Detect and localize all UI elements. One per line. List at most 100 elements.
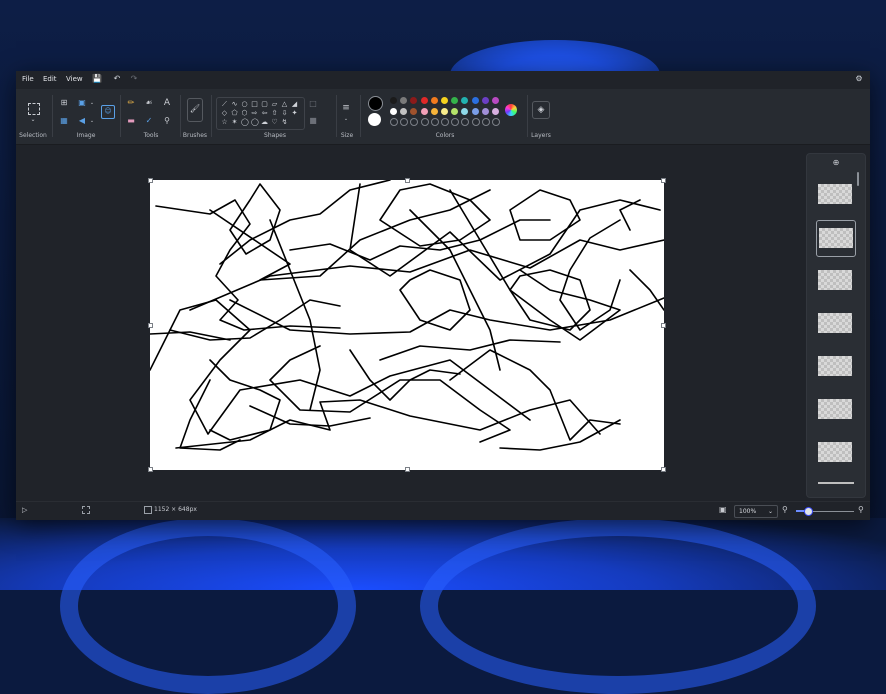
color-swatch[interactable] [430, 97, 438, 104]
image-icon[interactable]: ▦ [59, 116, 69, 126]
resize-handle[interactable] [405, 178, 410, 183]
color-swatch[interactable] [461, 108, 469, 115]
drawing-canvas[interactable] [148, 178, 666, 472]
text-tool-icon[interactable]: A [162, 98, 172, 108]
zoom-in-icon[interactable]: ⚲ [858, 505, 864, 514]
polygon-shape-icon[interactable]: ▱ [271, 101, 278, 108]
image-creator-icon[interactable]: ☺ [101, 105, 115, 119]
redo-icon[interactable]: ↷ [129, 74, 139, 84]
triangle-shape-icon[interactable]: △ [281, 101, 288, 108]
resize-handle[interactable] [148, 178, 153, 183]
cloud-callout-shape-icon[interactable]: ☁ [261, 119, 268, 126]
primary-color[interactable] [368, 96, 383, 111]
rectangle-shape-icon[interactable]: □ [251, 101, 258, 108]
right-triangle-shape-icon[interactable]: ◢ [291, 101, 298, 108]
custom-color-slot[interactable] [420, 118, 429, 126]
color-swatch[interactable] [492, 97, 499, 104]
color-swatch[interactable] [481, 108, 489, 115]
menu-file[interactable]: File [22, 75, 34, 83]
diamond-shape-icon[interactable]: ◇ [221, 110, 228, 117]
custom-color-slot[interactable] [492, 118, 500, 126]
chevron-down-icon[interactable]: ⌄ [87, 116, 97, 126]
resize-handle[interactable] [661, 323, 666, 328]
lightning-shape-icon[interactable]: ↯ [281, 119, 288, 126]
add-layer-icon[interactable]: ⊕ [831, 158, 841, 168]
rounded-callout-shape-icon[interactable]: ◯ [241, 119, 249, 126]
custom-color-slot[interactable] [461, 118, 470, 126]
chevron-down-icon[interactable]: ⌄ [341, 114, 351, 124]
curve-shape-icon[interactable]: ∿ [231, 101, 238, 108]
color-swatch[interactable] [430, 108, 438, 115]
layer-item[interactable] [816, 349, 854, 384]
color-swatch[interactable] [451, 108, 459, 115]
color-swatch[interactable] [492, 108, 499, 115]
color-picker-icon[interactable]: ✓ [144, 116, 154, 126]
chevron-down-icon[interactable]: ⌄ [87, 98, 97, 108]
custom-color-slot[interactable] [441, 118, 449, 126]
zoom-slider-thumb[interactable] [803, 507, 813, 516]
shape-fill-icon[interactable]: ■ [308, 116, 318, 126]
color-swatch[interactable] [451, 97, 459, 104]
color-swatch[interactable] [481, 97, 489, 104]
color-swatch[interactable] [390, 108, 397, 115]
settings-gear-icon[interactable]: ⚙ [854, 74, 864, 84]
color-swatch[interactable] [410, 108, 418, 115]
custom-color-slot[interactable] [400, 118, 409, 126]
down-arrow-shape-icon[interactable]: ⇩ [281, 110, 288, 117]
rounded-rectangle-shape-icon[interactable]: ▢ [261, 101, 268, 108]
crop-icon[interactable]: ⊞ [59, 98, 69, 108]
left-arrow-shape-icon[interactable]: ⇦ [261, 110, 268, 117]
four-point-star-shape-icon[interactable]: ✦ [291, 110, 298, 117]
layer-item-partial[interactable] [818, 482, 854, 484]
layers-icon[interactable]: ◈ [532, 101, 550, 119]
color-swatch[interactable] [441, 97, 448, 104]
right-arrow-shape-icon[interactable]: ⇨ [251, 110, 258, 117]
five-point-star-shape-icon[interactable]: ☆ [221, 119, 228, 126]
color-swatch[interactable] [471, 108, 479, 115]
eraser-icon[interactable]: ▬ [126, 116, 136, 126]
color-swatch[interactable] [390, 97, 397, 104]
line-shape-icon[interactable]: ⟋ [221, 101, 228, 108]
custom-color-slot[interactable] [451, 118, 460, 126]
chevron-down-icon[interactable]: ⌄ [28, 115, 38, 125]
custom-color-slot[interactable] [481, 118, 490, 126]
heart-shape-icon[interactable]: ♡ [271, 119, 278, 126]
undo-icon[interactable]: ↶ [112, 74, 122, 84]
layer-item[interactable] [816, 177, 854, 212]
layer-item[interactable] [816, 435, 854, 470]
pentagon-shape-icon[interactable]: ⬠ [231, 110, 238, 117]
layer-item[interactable] [816, 392, 854, 427]
color-swatch[interactable] [471, 97, 479, 104]
color-swatch[interactable] [420, 97, 428, 104]
resize-icon[interactable]: ▣ [77, 98, 87, 108]
pencil-icon[interactable]: ✏ [126, 98, 136, 108]
save-icon[interactable]: 💾 [92, 74, 102, 84]
rotate-icon[interactable]: ◀ [77, 116, 87, 126]
resize-handle[interactable] [148, 467, 153, 472]
custom-color-slot[interactable] [410, 118, 419, 126]
edit-colors-icon[interactable] [505, 104, 517, 116]
shape-outline-icon[interactable]: □ [308, 99, 318, 109]
fit-to-window-icon[interactable]: ▣ [719, 505, 727, 514]
oval-shape-icon[interactable]: ○ [241, 101, 248, 108]
resize-handle[interactable] [148, 323, 153, 328]
menu-view[interactable]: View [66, 75, 83, 83]
color-swatch[interactable] [441, 108, 448, 115]
custom-color-slot[interactable] [471, 118, 480, 126]
color-swatch[interactable] [420, 108, 428, 115]
six-point-star-shape-icon[interactable]: ✶ [231, 119, 238, 126]
hexagon-shape-icon[interactable]: ⬡ [241, 110, 248, 117]
layer-item[interactable] [816, 306, 854, 341]
up-arrow-shape-icon[interactable]: ⇧ [271, 110, 278, 117]
layers-scrollbar[interactable] [857, 172, 859, 186]
zoom-out-icon[interactable]: ⚲ [782, 505, 788, 514]
layer-item-selected[interactable] [816, 220, 856, 257]
rectangle-select-icon[interactable] [28, 103, 40, 115]
custom-color-slot[interactable] [390, 118, 398, 126]
menu-edit[interactable]: Edit [43, 75, 57, 83]
color-swatch[interactable] [400, 97, 408, 104]
resize-handle[interactable] [405, 467, 410, 472]
brush-icon[interactable]: 🖌 [187, 98, 203, 122]
custom-color-slot[interactable] [430, 118, 439, 126]
color-swatch[interactable] [461, 97, 469, 104]
